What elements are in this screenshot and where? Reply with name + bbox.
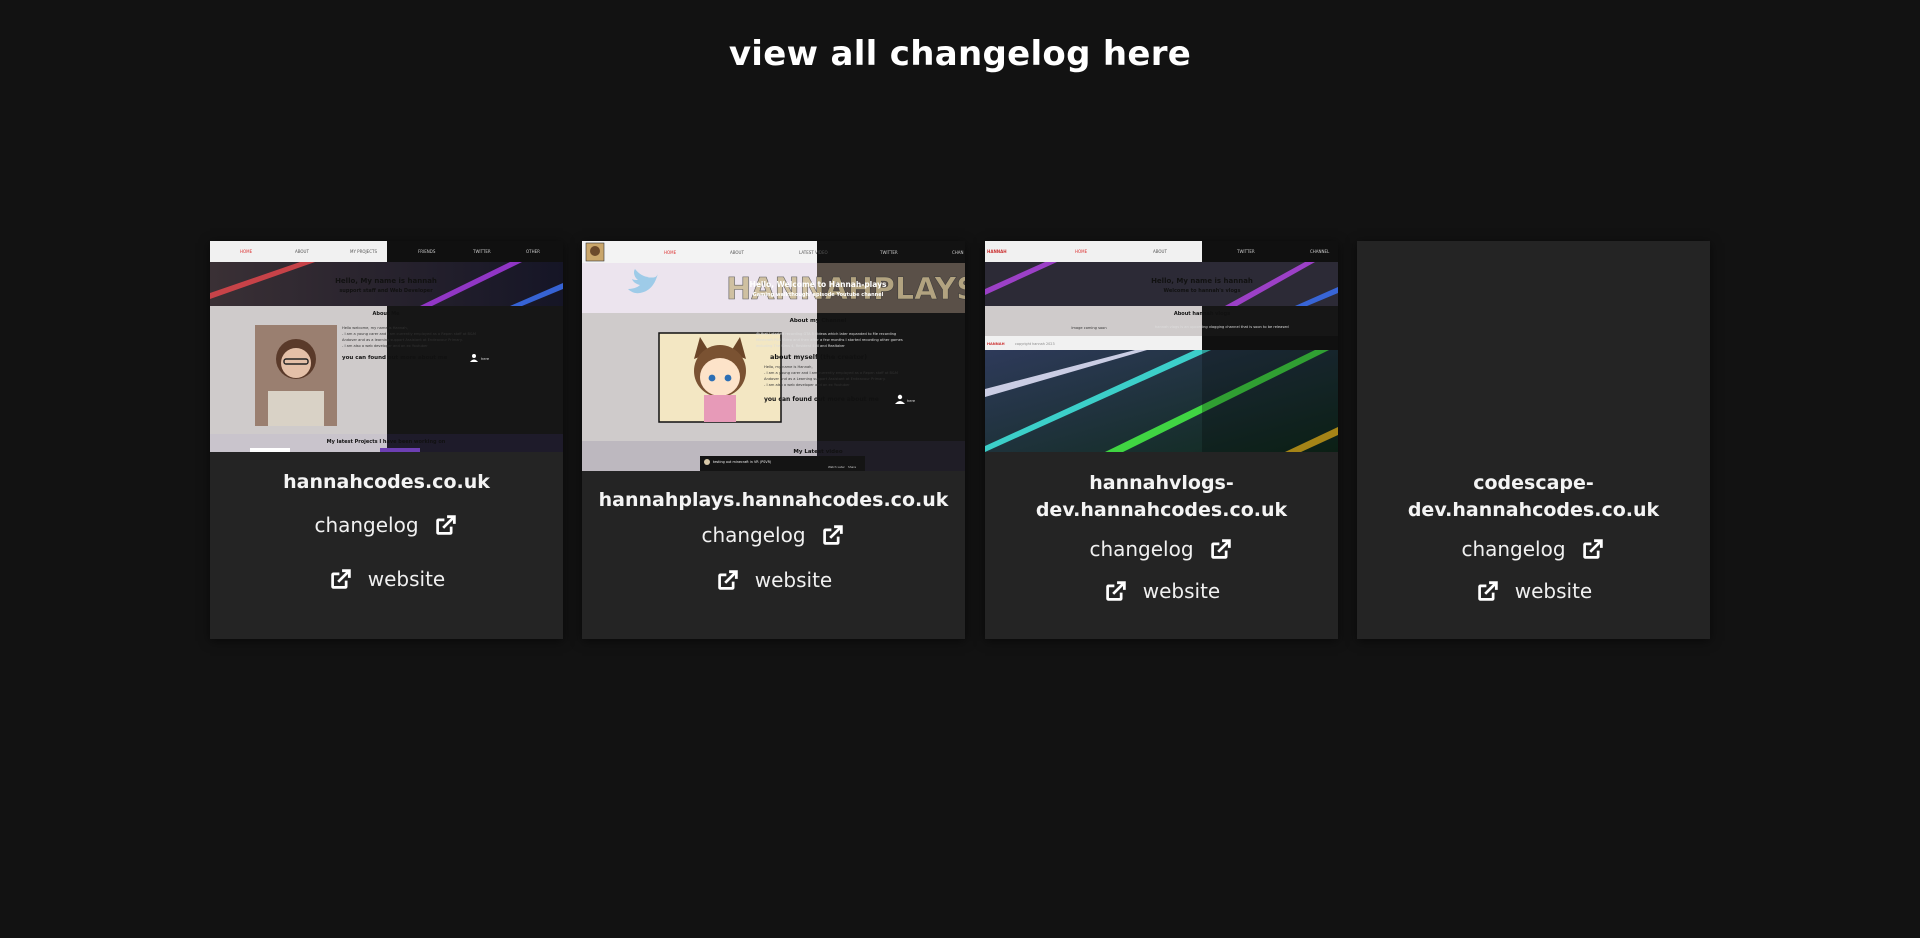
preview-creator-3: Andover and as a Learning support Assist… bbox=[764, 377, 886, 381]
preview-brand: HANNAH bbox=[987, 249, 1007, 254]
preview-nav-twitter: TWITTER bbox=[1236, 249, 1255, 254]
site-name: hannahplays.hannahcodes.co.uk bbox=[598, 489, 949, 511]
preview-body-3: Andover and as a learning support Assist… bbox=[342, 338, 463, 342]
external-link-icon bbox=[328, 566, 354, 592]
changelog-label: changelog bbox=[1461, 537, 1566, 561]
preview-projects: My latest Projects I have been working o… bbox=[327, 439, 446, 445]
external-link-icon bbox=[1103, 578, 1129, 604]
preview-body-2: Minecraft PS4 Video and then after a few… bbox=[756, 338, 903, 342]
website-label: website bbox=[1142, 579, 1221, 603]
preview-section: About Me bbox=[373, 311, 401, 317]
website-link[interactable]: website bbox=[1357, 578, 1710, 604]
website-link[interactable]: website bbox=[582, 567, 965, 593]
preview-latest: My Latest video bbox=[793, 449, 843, 455]
site-name: hannahcodes.co.uk bbox=[283, 471, 490, 493]
preview-footer-copy: copyright hannah 2023 bbox=[1015, 342, 1055, 346]
changelog-label: changelog bbox=[701, 523, 806, 547]
preview-find-more: you can found out more about me bbox=[342, 355, 448, 361]
external-link-icon bbox=[1208, 536, 1234, 562]
preview-here: here bbox=[481, 357, 490, 361]
card-body: hannahplays.hannahcodes.co.uk changelog … bbox=[582, 487, 965, 593]
changelog-label: changelog bbox=[314, 513, 419, 537]
preview-banner: HANNAHPLAYS bbox=[726, 272, 965, 307]
preview-body-1: At first I started recording GTA 5 video… bbox=[756, 332, 896, 336]
website-preview-image: HOME ABOUT MY PROJECTS FRIENDS TWITTER O… bbox=[210, 241, 563, 452]
preview-body-3: including The Sims 4, Resident Evil and … bbox=[756, 344, 845, 348]
project-cards: HOME ABOUT MY PROJECTS FRIENDS TWITTER O… bbox=[210, 241, 1710, 639]
external-link-icon bbox=[1580, 536, 1606, 562]
changelog-link[interactable]: changelog bbox=[210, 512, 563, 538]
website-link[interactable]: website bbox=[210, 566, 563, 592]
preview-hero-sub: support staff and Web Developer bbox=[339, 288, 433, 294]
site-name: hannahvlogs-dev.hannahcodes.co.uk bbox=[1035, 472, 1288, 521]
website-label: website bbox=[367, 567, 446, 591]
preview-body-1: Hello welcome, my name is Hannah, bbox=[342, 326, 408, 330]
preview-creator-1: Hello, my name is Hannah, bbox=[764, 365, 813, 369]
preview-section: About my Channel bbox=[790, 318, 847, 324]
preview-video-watch: Watch Later bbox=[828, 465, 846, 469]
changelog-link[interactable]: changelog bbox=[985, 536, 1338, 562]
website-preview-image: HANNAH HOME ABOUT TWITTER CHANNEL Hello,… bbox=[985, 241, 1338, 452]
project-card-hannahvlogs: HANNAH HOME ABOUT TWITTER CHANNEL Hello,… bbox=[985, 241, 1338, 639]
preview-nav-channel: CHAN bbox=[952, 250, 964, 255]
preview-nav-about: ABOUT bbox=[730, 250, 744, 255]
preview-nav-channel: CHANNEL bbox=[1310, 249, 1330, 254]
preview-nav-projects: MY PROJECTS bbox=[350, 249, 377, 254]
preview-nav-latest: LATEST VIDEO bbox=[799, 250, 828, 255]
project-card-codescape: codescape-dev.hannahcodes.co.uk changelo… bbox=[1357, 241, 1710, 639]
preview-nav-home: HOME bbox=[240, 249, 253, 254]
preview-nav-home: HOME bbox=[664, 250, 677, 255]
preview-nav-twitter: TWITTER bbox=[879, 250, 898, 255]
preview-creator-4: - I am also a web developer and an ex Yo… bbox=[764, 383, 850, 387]
preview-video-share: Share bbox=[848, 465, 856, 469]
card-body: codescape-dev.hannahcodes.co.uk changelo… bbox=[1357, 470, 1710, 604]
preview-find-more: you can found out more about me bbox=[764, 396, 879, 403]
preview-creator: about myself (the creator) bbox=[770, 353, 867, 361]
preview-here: here bbox=[907, 399, 916, 403]
preview-nav-other: OTHER bbox=[526, 249, 540, 254]
project-card-hannahplays: HOME ABOUT LATEST VIDEO TWITTER CHAN HAN… bbox=[582, 241, 965, 639]
website-label: website bbox=[754, 568, 833, 592]
changelog-link[interactable]: changelog bbox=[1357, 536, 1710, 562]
preview-body: hannah vlogs is an upcoming vlogging cha… bbox=[1155, 325, 1289, 329]
changelog-link[interactable]: changelog bbox=[582, 522, 965, 548]
card-body: hannahvlogs-dev.hannahcodes.co.uk change… bbox=[985, 470, 1338, 604]
project-card-hannahcodes: HOME ABOUT MY PROJECTS FRIENDS TWITTER O… bbox=[210, 241, 563, 639]
preview-nav-about: ABOUT bbox=[1153, 249, 1167, 254]
page-title: view all changelog here bbox=[728, 34, 1192, 74]
preview-hero-title: Hello, Welcome to Hannah-plays bbox=[750, 280, 887, 289]
card-body: hannahcodes.co.uk changelog website bbox=[210, 469, 563, 592]
site-name: codescape-dev.hannahcodes.co.uk bbox=[1407, 472, 1660, 521]
preview-hero-title: Hello, My name is hannah bbox=[335, 277, 437, 285]
preview-body-2: - I am a young carer and I am currently … bbox=[342, 332, 476, 336]
preview-nav-home: HOME bbox=[1075, 249, 1088, 254]
external-link-icon bbox=[715, 567, 741, 593]
preview-left-note: Image coming soon bbox=[1071, 326, 1106, 330]
preview-section: About hannah vlogs bbox=[1174, 311, 1230, 317]
preview-creator-2: - I am a young carer and I am currently … bbox=[764, 371, 898, 375]
preview-video-title: testing out minecraft in VR (PSVR) bbox=[713, 460, 772, 464]
external-link-icon bbox=[820, 522, 846, 548]
website-label: website bbox=[1514, 579, 1593, 603]
external-link-icon bbox=[1475, 578, 1501, 604]
changelog-label: changelog bbox=[1089, 537, 1194, 561]
preview-hero-sub: Welcome to hannah's vlogs bbox=[1164, 288, 1241, 294]
external-link-icon bbox=[433, 512, 459, 538]
preview-nav-twitter: TWITTER bbox=[472, 249, 491, 254]
preview-hero-sub: Gaming walkthough/ episode Youtube chann… bbox=[753, 292, 884, 298]
preview-nav-friends: FRIENDS bbox=[418, 249, 436, 254]
website-preview-image: HOME ABOUT LATEST VIDEO TWITTER CHAN HAN… bbox=[582, 241, 965, 471]
website-link[interactable]: website bbox=[985, 578, 1338, 604]
preview-hero-title: Hello, My name is hannah bbox=[1151, 277, 1253, 285]
preview-body-4: - I am also a web developer and an ex Yo… bbox=[342, 344, 428, 348]
preview-nav-about: ABOUT bbox=[295, 249, 309, 254]
preview-footer-brand: HANNAH bbox=[987, 342, 1005, 346]
